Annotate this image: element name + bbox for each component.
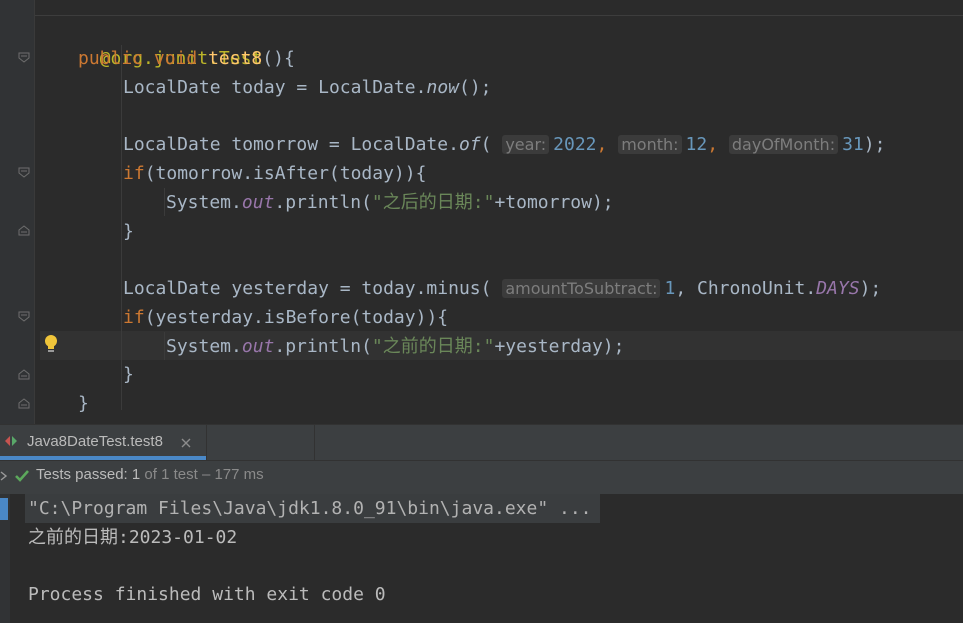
number-literal: 2022 [553,134,597,155]
fold-marker-icon[interactable] [18,52,30,63]
method-name: test8 [208,48,263,69]
test-status-text: Tests passed: 1 of 1 test – 177 ms [36,466,264,483]
keyword-void: void [153,48,198,69]
fold-marker-icon[interactable] [18,311,30,322]
code-text: +yesterday); [494,336,625,357]
keyword-if: if [123,307,145,328]
fold-marker-icon[interactable] [18,167,30,178]
param-hint-month: month: [618,135,682,154]
method-tail: (){ [262,48,295,69]
code-line-brace[interactable]: } [78,389,89,418]
class-ref: LocalDate. [318,77,427,98]
closing-brace: } [78,393,89,414]
run-tab[interactable]: Java8DateTest.test8 [0,424,206,460]
status-count: 1 [131,466,141,483]
number-literal: 31 [842,134,864,155]
paren: ( [480,134,492,155]
code-line-yesterday[interactable]: LocalDate yesterday = today.minus( amoun… [123,274,881,303]
code-text: .println( [274,192,372,213]
status-suffix: of 1 test – 177 ms [144,466,264,483]
code-text: (tomorrow.isAfter(today)){ [144,163,427,184]
close-icon[interactable] [181,438,191,448]
code-text: LocalDate tomorrow = LocalDate. [123,134,459,155]
string-literal: "之前的日期:" [371,336,495,357]
indent-guide [164,332,165,360]
keyword-public: public [78,48,144,69]
call-tail: ); [863,134,886,155]
tab-separator [206,425,207,460]
call-tail: ); [859,278,882,299]
code-text: , ChronoUnit. [675,278,817,299]
indent-guide [121,45,122,410]
param-hint-amount: amountToSubtract: [502,279,661,298]
operator: = [296,77,308,98]
code-line-method-decl[interactable]: public void test8(){ [78,44,295,73]
console-exit-line[interactable]: Process finished with exit code 0 [28,580,386,609]
closing-brace: } [123,364,134,385]
lightbulb-icon[interactable] [43,334,59,354]
code-text: LocalDate yesterday = today.minus( [123,278,492,299]
code-line-annotation[interactable]: @org.junit.Test [78,15,263,69]
code-text: (yesterday.isBefore(today)){ [144,307,449,328]
param-hint-day: dayOfMonth: [728,135,839,154]
code-line-print-after[interactable]: System.out.println("之后的日期:"+tomorrow); [166,188,614,217]
expand-icon[interactable] [0,471,8,481]
code-line-tomorrow[interactable]: LocalDate tomorrow = LocalDate.of( year:… [123,130,885,159]
number-literal: 12 [685,134,708,155]
status-prefix: Tests passed: [36,466,128,483]
checkmark-icon [15,470,29,482]
static-field: out [241,192,275,213]
closing-brace: } [123,221,134,242]
indent-guide [164,188,165,216]
number-literal: 1 [664,278,676,299]
console-output-line[interactable]: 之前的日期:2023-01-02 [28,523,237,552]
static-call: now [426,77,459,98]
enum-constant: DAYS [816,278,860,299]
param-hint-year: year: [502,135,550,154]
run-tab-label: Java8DateTest.test8 [27,433,163,450]
keyword-if: if [123,163,145,184]
string-literal: "之后的日期:" [371,192,495,213]
code-line-brace[interactable]: } [123,360,134,389]
code-text: .println( [274,336,372,357]
gutter-separator [34,0,35,424]
console-marker [0,498,8,520]
code-line-today[interactable]: LocalDate today = LocalDate.now(); [123,73,492,102]
static-call: of [458,134,481,155]
code-line-print-before[interactable]: System.out.println("之前的日期:"+yesterday); [166,332,624,361]
code-line-brace[interactable]: } [123,217,134,246]
type-name: LocalDate [123,77,221,98]
fold-marker-icon[interactable] [18,369,30,380]
editor-gutter[interactable] [0,0,34,424]
fold-marker-icon[interactable] [18,398,30,409]
call-tail: (); [459,77,492,98]
code-line-if-after[interactable]: if(tomorrow.isAfter(today)){ [123,159,426,188]
fold-marker-icon[interactable] [18,225,30,236]
code-line-if-before[interactable]: if(yesterday.isBefore(today)){ [123,303,448,332]
code-text: +tomorrow); [494,192,614,213]
code-text: System. [166,192,242,213]
code-text: System. [166,336,242,357]
console-command-line[interactable]: "C:\Program Files\Java\jdk1.8.0_91\bin\j… [28,494,592,523]
tab-separator [314,425,315,460]
static-field: out [241,336,275,357]
var-name: today [231,77,286,98]
run-config-icon [5,436,17,446]
